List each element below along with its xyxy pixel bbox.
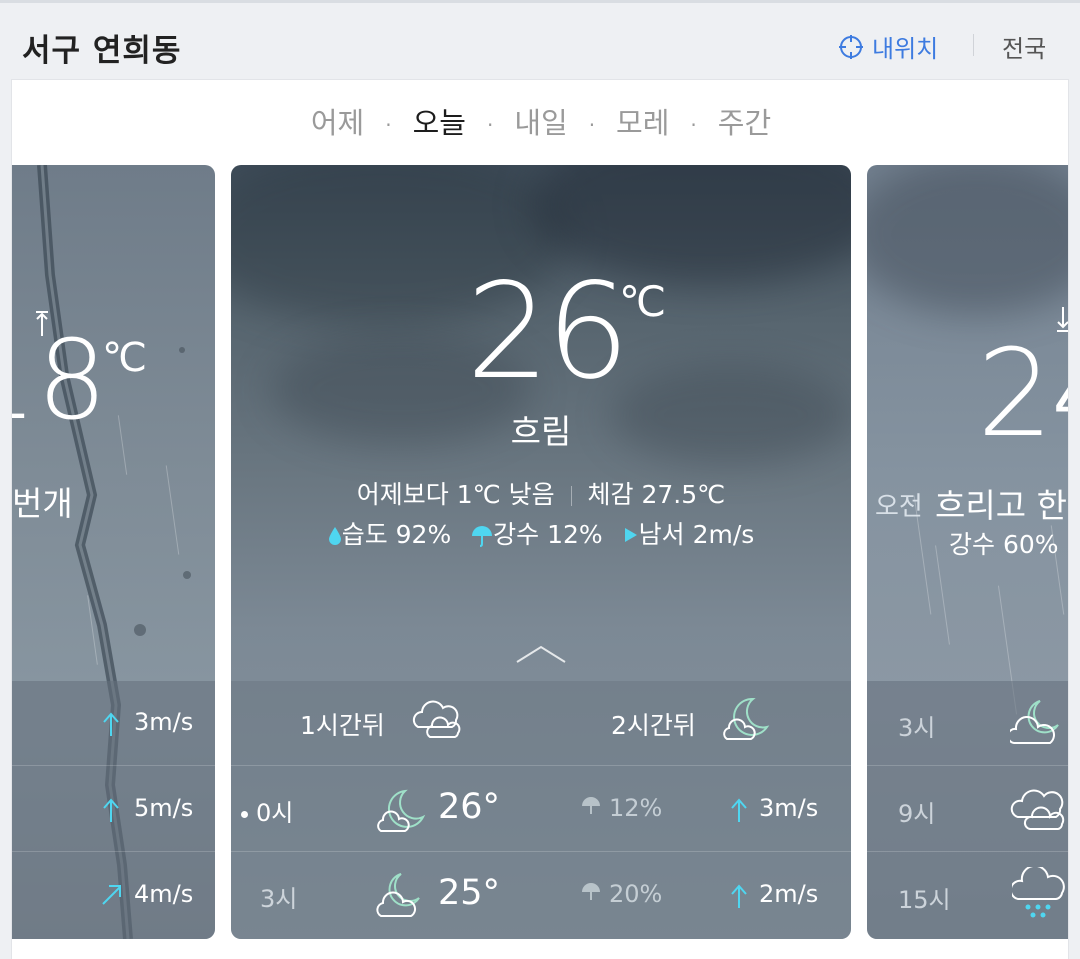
wind-speed: 3m/s [134,708,194,736]
detail-line: 습도 92% 강수 12% 남서 2m/s [231,515,851,551]
umbrella-icon [472,526,493,547]
tab-day-after[interactable]: 모레 [614,100,671,142]
temperature-unit: ℃ [619,277,667,326]
condition-label: 번개 [12,484,73,523]
location-title: 서구 연희동 [22,33,182,69]
hour-temp: 25° [438,873,501,913]
hour-wind: 2m/s [759,880,819,908]
my-location-button[interactable]: 내위치 [838,29,938,64]
hour-precip: 12% [609,794,663,822]
tab-yesterday[interactable]: 어제 [309,100,366,142]
tab-separator: · [588,113,596,137]
weather-panel: 어제 · 오늘 · 내일 · 모레 · 주간 18 ℃ 번개 3m/s 5m/s 4m/s [11,79,1069,959]
tab-separator: · [385,113,392,137]
moon-cloud-icon [376,873,420,917]
temperature: 18 [12,316,107,444]
condition-label: 흐림 [510,412,572,451]
soon-label: 1시간뒤 [300,711,385,740]
compare-line: 어제보다 1℃ 낮음 체감 27.5℃ [231,475,851,511]
soon-label: 2시간뒤 [611,711,696,740]
hour-label: 0시 [256,799,294,827]
hour-precip: 20% [609,880,663,908]
moon-cloud-icon [1010,700,1059,744]
wind-arrow-icon [103,712,119,736]
water-drop-icon [328,527,341,545]
tab-weekly[interactable]: 주간 [716,100,773,142]
tab-separator: · [486,113,494,137]
wind-arrow-icon [731,884,747,908]
hour-label: 3시 [260,885,298,913]
hour-label: 3시 [898,714,936,742]
condition-label: 흐리고 한 [935,486,1067,525]
day-tabs: 어제 · 오늘 · 내일 · 모레 · 주간 [12,100,1068,142]
rain-cloud-icon [1012,867,1065,918]
cloudy-icon [1010,789,1065,830]
tab-separator: · [690,113,697,137]
hour-label: 15시 [898,886,951,914]
chevron-up-icon[interactable] [515,643,567,665]
tab-today[interactable]: 오늘 [411,100,468,142]
wind-arrow-icon [731,798,747,822]
moon-cloud-icon [377,789,426,832]
hour-temp: 26° [438,787,501,827]
compare-yesterday: 어제보다 1℃ 낮음 [356,480,555,509]
precipitation: 강수 60% [949,530,1059,559]
feels-like: 체감 27.5℃ [587,480,726,509]
condition-prefix: 오전 [875,492,923,522]
umbrella-icon [582,883,600,900]
tab-tomorrow[interactable]: 내일 [512,100,569,142]
wind-speed: 5m/s [134,794,194,822]
header: 서구 연희동 내위치 전국 [0,3,1080,79]
hour-time-current: 0시 [241,793,293,828]
hour-label: 9시 [898,800,936,828]
moon-cloud-icon [723,697,770,740]
humidity: 습도 92% [341,520,452,549]
flag-icon [624,528,637,542]
wind-arrow-icon [102,885,121,905]
temperature-unit: ℃ [102,335,147,381]
precipitation: 강수 12% [493,520,603,549]
wind-arrow-icon [103,798,119,822]
weather-card-tomorrow[interactable]: 24 오전 흐리고 한 강수 60% 3시 9시 15시 [867,165,1068,939]
crosshair-icon [839,34,863,59]
temperature: 26 [466,255,630,409]
hour-wind: 3m/s [759,794,819,822]
nation-button[interactable]: 전국 [1002,29,1046,64]
wind-speed: 4m/s [134,880,194,908]
cloudy-icon [412,700,461,738]
weather-card-yesterday[interactable]: 18 ℃ 번개 3m/s 5m/s 4m/s [12,165,215,939]
header-separator [973,34,974,56]
wind-info: 남서 2m/s [638,520,755,549]
temperature: 24 [977,325,1068,464]
my-location-label: 내위치 [872,35,939,63]
umbrella-icon [582,797,600,814]
weather-card-today[interactable]: 26 ℃ 흐림 어제보다 1℃ 낮음 체감 27.5℃ 습도 92% 강수 12… [231,165,851,939]
